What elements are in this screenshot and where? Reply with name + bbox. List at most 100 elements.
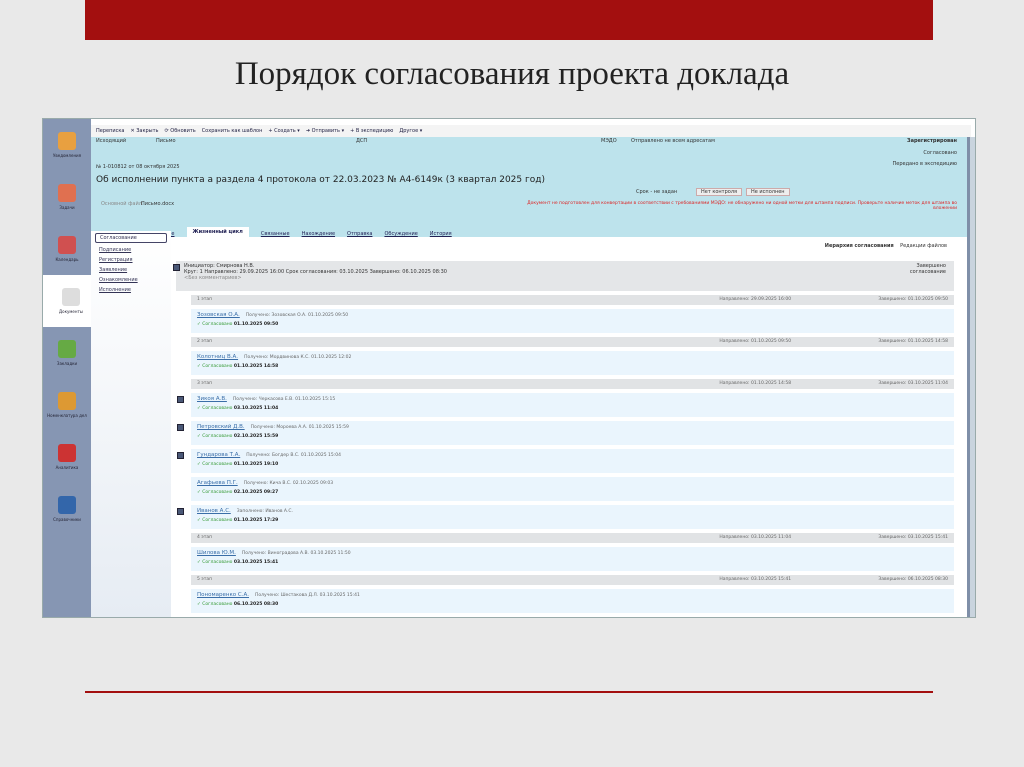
approver-name[interactable]: Агафьева П.Г. xyxy=(197,480,238,486)
received: Получено: Черкасова Е.В. 01.10.2025 15:1… xyxy=(232,397,336,402)
approved-label: Согласовано xyxy=(202,560,233,565)
approver-line: Агафьева П.Г. Получено: Кича В.С. 02.10.2… xyxy=(197,480,948,486)
warning-message: Документ не подготовлен для конвертации … xyxy=(527,201,957,211)
doc-status: Зарегистрирован xyxy=(907,138,957,144)
collapse-icon[interactable] xyxy=(173,264,180,271)
sidebar-icon xyxy=(62,288,80,306)
sidebar-item[interactable]: Уведомления xyxy=(43,119,91,171)
control-button[interactable]: Нет контроля xyxy=(696,188,743,196)
scrollbar[interactable] xyxy=(967,137,975,617)
sidebar-label: Аналитика xyxy=(55,465,79,470)
stage-done: Завершено: 01.10.2025 09:50 xyxy=(878,297,948,302)
expand-icon[interactable] xyxy=(177,508,184,515)
expand-icon[interactable] xyxy=(177,452,184,459)
toolbar-button[interactable]: + Создать ▾ xyxy=(268,128,299,134)
send-status: Отправлено не всем адресатам xyxy=(631,138,715,144)
approved-date: 02.10.2025 09:27 xyxy=(233,490,279,495)
approver-name[interactable]: Иванов А.С. xyxy=(197,508,231,514)
stage-sent: Направлено: 03.10.2025 15:41 xyxy=(719,577,792,582)
sidebar-item[interactable]: Аналитика xyxy=(43,431,91,483)
sidebar-item[interactable]: Справочники xyxy=(43,483,91,535)
approver-name[interactable]: Петровский Д.В. xyxy=(197,424,245,430)
approver-row: Колотниц В.А. Получено: Мордвинова К.С. 0… xyxy=(191,351,954,375)
nav-item[interactable]: Подписание xyxy=(91,245,171,255)
document-header: Исходящий Письмо ДСП МЭДО Отправлено не … xyxy=(91,137,967,237)
approver-name[interactable]: Колотниц В.А. xyxy=(197,354,238,360)
stage-row: 4 этап Направлено: 03.10.2025 11:04 Заверш… xyxy=(191,533,954,543)
execution-button[interactable]: Не исполнен xyxy=(746,188,790,196)
radio-hierarchy[interactable]: Иерархия согласования xyxy=(825,243,894,249)
toolbar: Переписка ✕ Закрыть ⟳ Обновить Сохранить ка… xyxy=(91,125,971,137)
nav-item[interactable]: Заявление xyxy=(91,265,171,275)
nav-item[interactable]: Исполнение xyxy=(91,285,171,295)
stage-done: Завершено: 03.10.2025 15:41 xyxy=(878,535,948,540)
sidebar-item[interactable]: Календарь xyxy=(43,223,91,275)
stage-row: 2 этап Направлено: 01.10.2025 09:50 Заверш… xyxy=(191,337,954,347)
stage-done: Завершено: 01.10.2025 14:58 xyxy=(878,339,948,344)
stage-label: 2 этап xyxy=(197,339,213,344)
toolbar-button[interactable]: Сохранить как шаблон xyxy=(202,128,263,134)
tabs: РеквизитыСодержаниеЖизненный циклСвязанн… xyxy=(91,225,967,237)
approved-label: Согласовано xyxy=(202,518,233,523)
nav-item[interactable]: Ознакомление xyxy=(91,275,171,285)
sidebar-label: Календарь xyxy=(55,257,79,262)
approver-line: Зозовская О.А. Получено: Зозовская О.А. 0… xyxy=(197,312,948,318)
approver-line: Пономаренко С.А. Получено: Шестакова Д.Л.… xyxy=(197,592,948,598)
approver-line: Зикоя А.В. Получено: Черкасова Е.В. 01.10… xyxy=(197,396,948,402)
sidebar-item[interactable]: Номенклатура дел xyxy=(43,379,91,431)
received: Получено: Богдер В.С. 01.10.2025 15:04 xyxy=(246,453,342,458)
expand-icon[interactable] xyxy=(177,424,184,431)
nav-item[interactable]: Согласование xyxy=(95,233,167,243)
approver-name[interactable]: Зозовская О.А. xyxy=(197,312,240,318)
dsp-label: ДСП xyxy=(356,138,368,144)
radio-files[interactable]: Редакции файлов xyxy=(900,243,947,249)
toolbar-button[interactable]: ⟳ Обновить xyxy=(165,128,196,134)
toolbar-button[interactable]: Другое ▾ xyxy=(399,128,422,134)
toolbar-button[interactable]: ➜ Отправить ▾ xyxy=(306,128,344,134)
stage-done: Завершено: 06.10.2025 08:30 xyxy=(878,577,948,582)
approver-row: Зикоя А.В. Получено: Черкасова Е.В. 01.10… xyxy=(177,393,954,417)
approval-status: ✓ Согласовано 01.10.2025 17:29 xyxy=(197,518,948,523)
approver-row: Шилова Ю.М. Получено: Виноградова А.В. 03… xyxy=(191,547,954,571)
sidebar-icon xyxy=(58,236,76,254)
nav-item[interactable]: Регистрация xyxy=(91,255,171,265)
stage-label: 5 этап xyxy=(197,577,213,582)
approver-line: Колотниц В.А. Получено: Мордвинова К.С. 0… xyxy=(197,354,948,360)
toolbar-button[interactable]: + В экспедицию xyxy=(350,128,393,134)
approval-status: ✓ Согласовано 03.10.2025 15:41 xyxy=(197,560,948,565)
sidebar-item[interactable]: Закладки xyxy=(43,327,91,379)
slide-bottom-line xyxy=(85,691,933,693)
approver-name[interactable]: Гундарова Т.А. xyxy=(197,452,240,458)
stage-sent: Направлено: 01.10.2025 14:58 xyxy=(719,381,792,386)
stage-sent: Направлено: 03.10.2025 11:04 xyxy=(719,535,792,540)
approver-name[interactable]: Зикоя А.В. xyxy=(197,396,227,402)
doc-status-2: Согласовано xyxy=(923,150,957,156)
approver-line: Петровский Д.В. Получено: Мороева А.А. 01… xyxy=(197,424,948,430)
toolbar-button[interactable]: Переписка xyxy=(96,128,124,134)
sidebar-label: Документы xyxy=(59,309,83,314)
sidebar-icon xyxy=(58,496,76,514)
approver-name[interactable]: Пономаренко С.А. xyxy=(197,592,249,598)
approved-label: Согласовано xyxy=(202,490,233,495)
type-checkbox-2[interactable]: Письмо xyxy=(156,138,176,144)
approved-date: 01.10.2025 14:58 xyxy=(233,364,279,369)
approver-name[interactable]: Шилова Ю.М. xyxy=(197,550,236,556)
expand-icon[interactable] xyxy=(177,396,184,403)
file-link[interactable]: Письмо.docx xyxy=(141,201,174,207)
toolbar-button[interactable]: ✕ Закрыть xyxy=(130,128,158,134)
approval-status: ✓ Согласовано 02.10.2025 09:27 xyxy=(197,490,948,495)
doc-title: Об исполнении пункта а раздела 4 протоко… xyxy=(96,175,545,185)
type-checkbox[interactable]: Исходящий xyxy=(96,138,126,144)
tab[interactable]: Жизненный цикл xyxy=(186,227,249,237)
sidebar: Уведомления Задачи Календарь Документы Закла… xyxy=(43,119,99,617)
initiator-status: Завершено согласование xyxy=(909,263,946,275)
stage-sent: Направлено: 01.10.2025 09:50 xyxy=(719,339,792,344)
sidebar-icon xyxy=(58,392,76,410)
sidebar-icon xyxy=(58,340,76,358)
deadline-checkbox[interactable]: Срок - не задан xyxy=(636,189,677,195)
received: Получено: Шестакова Д.Л. 03.10.2025 15:4… xyxy=(255,593,360,598)
approved-label: Согласовано xyxy=(202,364,233,369)
approved-label: Согласовано xyxy=(202,434,233,439)
sidebar-item[interactable]: Задачи xyxy=(43,171,91,223)
initiator-block: Инициатор: Смирнова Н.В. Круг: 1 Направл… xyxy=(173,261,954,291)
